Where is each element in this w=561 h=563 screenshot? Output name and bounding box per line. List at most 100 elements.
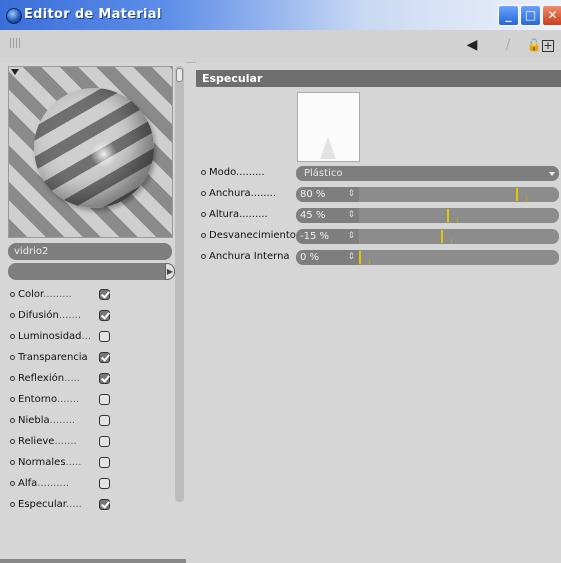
channel-checkbox[interactable] (99, 331, 110, 342)
param-value-field[interactable]: -15 % ⇕ (296, 229, 359, 244)
bottom-edge (0, 559, 186, 563)
channel-item[interactable]: Normales..... (10, 454, 175, 472)
param-slider[interactable] (359, 208, 559, 223)
channel-leader: ....... (58, 310, 82, 321)
channel-label: Normales (18, 457, 66, 468)
bullet-icon (10, 375, 15, 381)
param-label: Anchura........ (201, 188, 276, 199)
bullet-icon (10, 333, 15, 339)
mode-row: Modo......... Plástico (196, 165, 561, 183)
chevron-down-icon (549, 172, 555, 176)
channel-checkbox[interactable] (99, 415, 110, 426)
maximize-button[interactable]: □ (520, 5, 541, 26)
channel-checkbox[interactable] (99, 394, 110, 405)
param-slider[interactable] (359, 187, 559, 202)
channel-item[interactable]: Entorno....... (10, 391, 175, 409)
bullet-icon (10, 417, 15, 423)
channel-label: Color (18, 289, 44, 300)
channel-item[interactable]: Reflexión..... (10, 370, 175, 388)
param-row: Desvanecimiento -15 % ⇕ (196, 228, 561, 246)
stepper-icon[interactable]: ⇕ (347, 208, 355, 223)
param-value-field[interactable]: 45 % ⇕ (296, 208, 359, 223)
slider-tick (457, 218, 458, 222)
param-row: Altura......... 45 % ⇕ (196, 207, 561, 225)
param-row: Anchura........ 80 % ⇕ (196, 186, 561, 204)
stepper-icon[interactable]: ⇕ (347, 250, 355, 265)
channel-item[interactable]: Luminosidad... (10, 328, 175, 346)
arrow-left-icon[interactable]: ◀ (464, 37, 480, 53)
channel-checkbox[interactable] (99, 373, 110, 384)
slider-tick (526, 197, 527, 201)
param-slider[interactable] (359, 250, 559, 265)
arrow-right-icon[interactable]: / (500, 37, 516, 53)
channel-item[interactable]: Alfa.......... (10, 475, 175, 493)
material-name-field[interactable]: vidrio2 (8, 243, 172, 260)
bullet-icon (10, 354, 15, 360)
channel-leader: ... (81, 331, 92, 342)
mode-dropdown[interactable]: Plástico (296, 166, 559, 181)
channel-leader: ....... (56, 394, 80, 405)
channel-label: Niebla (18, 415, 50, 426)
param-slider[interactable] (359, 229, 559, 244)
channel-item[interactable]: Niebla........ (10, 412, 175, 430)
channel-leader: ........ (49, 415, 76, 426)
slider-arrow-icon[interactable]: ▶ (165, 263, 175, 280)
grip-icon (10, 38, 22, 48)
slider-handle[interactable] (359, 251, 361, 264)
mode-label: Modo......... (201, 167, 265, 178)
preview-sphere (34, 88, 154, 208)
channel-item[interactable]: Transparencia (10, 349, 175, 367)
preview-menu-icon[interactable] (11, 69, 19, 75)
material-preview[interactable] (8, 66, 173, 238)
channel-label: Luminosidad (18, 331, 82, 342)
channel-item[interactable]: Especular..... (10, 496, 175, 514)
toolbar: ◀ / 🔓 + (0, 30, 561, 63)
param-value: 0 % (300, 252, 320, 263)
param-value: -15 % (300, 231, 330, 242)
add-icon[interactable]: + (542, 40, 554, 52)
preview-slider[interactable]: ▶ (8, 263, 175, 280)
channel-item[interactable]: Relieve....... (10, 433, 175, 451)
channel-label: Difusión (18, 310, 59, 321)
param-label: Anchura Interna (201, 251, 290, 262)
stepper-icon[interactable]: ⇕ (347, 187, 355, 202)
specular-panel: Especular Modo......... Plástico Anchura… (196, 62, 561, 501)
bullet-icon (10, 438, 15, 444)
specular-preview (297, 92, 360, 162)
close-button[interactable]: ✕ (542, 5, 561, 26)
window-title: Editor de Material (24, 7, 162, 22)
bullet-icon (10, 291, 15, 297)
channel-checkbox[interactable] (99, 310, 110, 321)
channel-checkbox[interactable] (99, 436, 110, 447)
param-value-field[interactable]: 0 % ⇕ (296, 250, 359, 265)
channel-label: Transparencia (18, 352, 88, 363)
left-scrollbar[interactable] (175, 66, 184, 502)
slider-handle[interactable] (441, 230, 443, 243)
lock-icon[interactable]: 🔓 (526, 37, 542, 53)
channel-checkbox[interactable] (99, 352, 110, 363)
channel-checkbox[interactable] (99, 478, 110, 489)
param-value: 45 % (300, 210, 326, 221)
channel-leader: ..... (64, 373, 80, 384)
stepper-icon[interactable]: ⇕ (347, 229, 355, 244)
param-value-field[interactable]: 80 % ⇕ (296, 187, 359, 202)
slider-handle[interactable] (516, 188, 518, 201)
param-label: Desvanecimiento (201, 230, 296, 241)
channel-label: Alfa (18, 478, 38, 489)
bullet-icon (10, 396, 15, 402)
channel-leader: .......... (37, 478, 70, 489)
channel-checkbox[interactable] (99, 457, 110, 468)
channel-label: Reflexión (18, 373, 65, 384)
channel-checkbox[interactable] (99, 289, 110, 300)
channel-item[interactable]: Difusión....... (10, 307, 175, 325)
slider-tick (451, 239, 452, 243)
param-row: Anchura Interna 0 % ⇕ (196, 249, 561, 267)
bullet-icon (10, 312, 15, 318)
title-bar: Editor de Material _ □ ✕ (0, 0, 561, 30)
slider-handle[interactable] (447, 209, 449, 222)
channel-item[interactable]: Color......... (10, 286, 175, 304)
bullet-icon (10, 501, 15, 507)
mode-value: Plástico (304, 168, 343, 179)
minimize-button[interactable]: _ (498, 5, 519, 26)
channel-label: Entorno (18, 394, 57, 405)
